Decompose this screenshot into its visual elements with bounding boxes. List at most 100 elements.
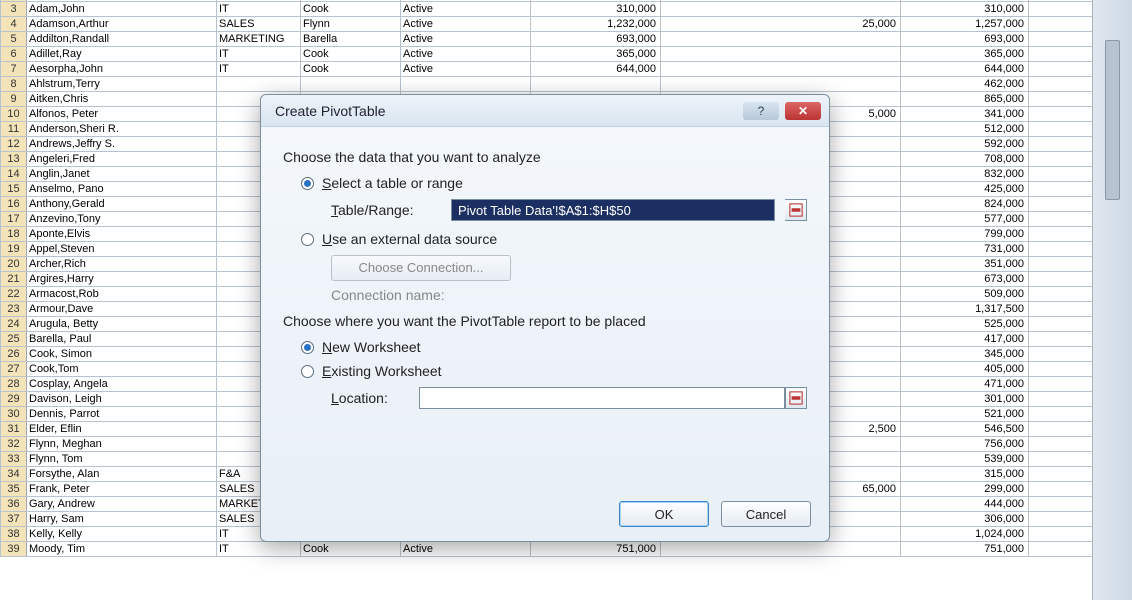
cell-manager[interactable]: Barella	[301, 32, 401, 47]
cell-empty[interactable]	[1029, 437, 1093, 452]
cell-status[interactable]: Active	[401, 2, 531, 17]
cell-empty[interactable]	[1029, 332, 1093, 347]
cell-name[interactable]: Dennis, Parrot	[27, 407, 217, 422]
table-row[interactable]: 3Adam,JohnITCookActive310,000310,000	[1, 2, 1093, 17]
cell-amount-3[interactable]: 351,000	[901, 257, 1029, 272]
cell-amount-3[interactable]: 462,000	[901, 77, 1029, 92]
cell-dept[interactable]	[217, 77, 301, 92]
cell-amount-1[interactable]: 310,000	[531, 2, 661, 17]
cell-amount-1[interactable]	[531, 77, 661, 92]
cell-name[interactable]: Elder, Eflin	[27, 422, 217, 437]
ok-button[interactable]: OK	[619, 501, 709, 527]
cell-empty[interactable]	[1029, 452, 1093, 467]
cell-amount-2[interactable]	[661, 542, 901, 557]
cell-status[interactable]	[401, 77, 531, 92]
radio-icon[interactable]	[301, 365, 314, 378]
cell-empty[interactable]	[1029, 152, 1093, 167]
cell-empty[interactable]	[1029, 62, 1093, 77]
cell-status[interactable]: Active	[401, 47, 531, 62]
row-header[interactable]: 18	[1, 227, 27, 242]
cell-amount-2[interactable]	[661, 47, 901, 62]
cell-name[interactable]: Cook, Simon	[27, 347, 217, 362]
cell-name[interactable]: Flynn, Tom	[27, 452, 217, 467]
cell-amount-3[interactable]: 425,000	[901, 182, 1029, 197]
cell-empty[interactable]	[1029, 227, 1093, 242]
radio-new-worksheet[interactable]: New Worksheet	[301, 339, 807, 355]
cell-amount-3[interactable]: 405,000	[901, 362, 1029, 377]
cell-empty[interactable]	[1029, 122, 1093, 137]
row-header[interactable]: 15	[1, 182, 27, 197]
cell-name[interactable]: Alfonos, Peter	[27, 107, 217, 122]
cell-empty[interactable]	[1029, 497, 1093, 512]
cell-amount-3[interactable]: 577,000	[901, 212, 1029, 227]
cell-amount-3[interactable]: 1,257,000	[901, 17, 1029, 32]
cell-name[interactable]: Moody, Tim	[27, 542, 217, 557]
cell-amount-3[interactable]: 708,000	[901, 152, 1029, 167]
cell-name[interactable]: Adillet,Ray	[27, 47, 217, 62]
row-header[interactable]: 26	[1, 347, 27, 362]
row-header[interactable]: 4	[1, 17, 27, 32]
cell-amount-3[interactable]: 306,000	[901, 512, 1029, 527]
row-header[interactable]: 38	[1, 527, 27, 542]
row-header[interactable]: 24	[1, 317, 27, 332]
radio-icon[interactable]	[301, 233, 314, 246]
cell-amount-3[interactable]: 341,000	[901, 107, 1029, 122]
cell-name[interactable]: Angeleri,Fred	[27, 152, 217, 167]
help-button[interactable]: ?	[743, 102, 779, 120]
cell-name[interactable]: Harry, Sam	[27, 512, 217, 527]
cell-empty[interactable]	[1029, 467, 1093, 482]
cell-amount-1[interactable]: 693,000	[531, 32, 661, 47]
cell-amount-3[interactable]: 546,500	[901, 422, 1029, 437]
cell-name[interactable]: Flynn, Meghan	[27, 437, 217, 452]
table-row[interactable]: 8Ahlstrum,Terry462,000	[1, 77, 1093, 92]
row-header[interactable]: 34	[1, 467, 27, 482]
cell-dept[interactable]: IT	[217, 62, 301, 77]
cell-amount-3[interactable]: 799,000	[901, 227, 1029, 242]
cell-amount-1[interactable]: 751,000	[531, 542, 661, 557]
cell-manager[interactable]: Cook	[301, 2, 401, 17]
cell-empty[interactable]	[1029, 422, 1093, 437]
location-picker-button[interactable]	[785, 387, 807, 409]
cell-empty[interactable]	[1029, 77, 1093, 92]
cell-empty[interactable]	[1029, 317, 1093, 332]
row-header[interactable]: 17	[1, 212, 27, 227]
cell-name[interactable]: Gary, Andrew	[27, 497, 217, 512]
row-header[interactable]: 28	[1, 377, 27, 392]
cell-name[interactable]: Adam,John	[27, 2, 217, 17]
cell-amount-3[interactable]: 301,000	[901, 392, 1029, 407]
cell-empty[interactable]	[1029, 407, 1093, 422]
cell-empty[interactable]	[1029, 92, 1093, 107]
cell-empty[interactable]	[1029, 542, 1093, 557]
radio-icon[interactable]	[301, 177, 314, 190]
radio-existing-worksheet[interactable]: Existing Worksheet	[301, 363, 807, 379]
row-header[interactable]: 3	[1, 2, 27, 17]
cell-empty[interactable]	[1029, 107, 1093, 122]
row-header[interactable]: 13	[1, 152, 27, 167]
table-range-input[interactable]: Pivot Table Data'!$A$1:$H$50	[451, 199, 775, 221]
cell-name[interactable]: Cosplay, Angela	[27, 377, 217, 392]
cell-dept[interactable]: IT	[217, 542, 301, 557]
row-header[interactable]: 16	[1, 197, 27, 212]
row-header[interactable]: 27	[1, 362, 27, 377]
close-button[interactable]: ✕	[785, 102, 821, 120]
cell-status[interactable]: Active	[401, 17, 531, 32]
cell-name[interactable]: Aponte,Elvis	[27, 227, 217, 242]
cell-status[interactable]: Active	[401, 32, 531, 47]
cell-name[interactable]: Anderson,Sheri R.	[27, 122, 217, 137]
cell-amount-3[interactable]: 365,000	[901, 47, 1029, 62]
row-header[interactable]: 21	[1, 272, 27, 287]
cell-empty[interactable]	[1029, 212, 1093, 227]
cell-name[interactable]: Davison, Leigh	[27, 392, 217, 407]
cell-empty[interactable]	[1029, 512, 1093, 527]
cell-dept[interactable]: IT	[217, 47, 301, 62]
cell-amount-1[interactable]: 365,000	[531, 47, 661, 62]
row-header[interactable]: 6	[1, 47, 27, 62]
cell-name[interactable]: Aitken,Chris	[27, 92, 217, 107]
row-header[interactable]: 22	[1, 287, 27, 302]
row-header[interactable]: 35	[1, 482, 27, 497]
cell-name[interactable]: Anselmo, Pano	[27, 182, 217, 197]
cell-amount-1[interactable]: 1,232,000	[531, 17, 661, 32]
cell-amount-3[interactable]: 539,000	[901, 452, 1029, 467]
cell-amount-3[interactable]: 310,000	[901, 2, 1029, 17]
row-header[interactable]: 32	[1, 437, 27, 452]
